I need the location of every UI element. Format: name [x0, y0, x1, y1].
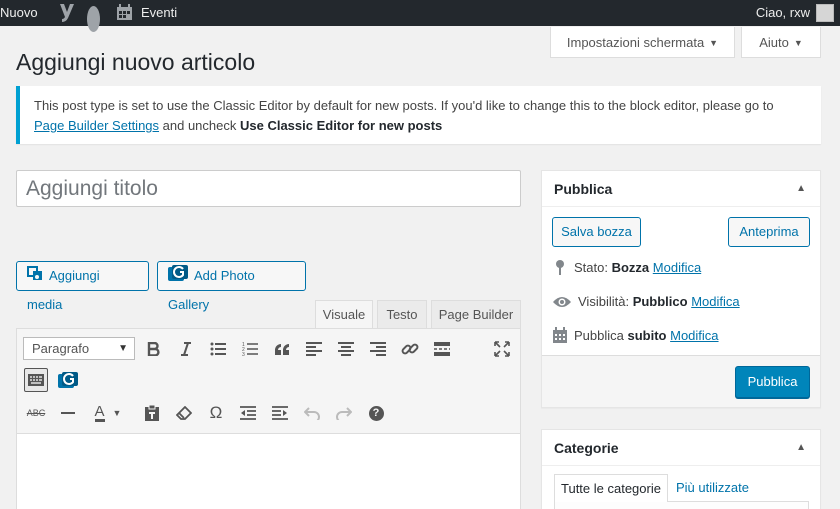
publish-box: Pubblica ▲ Salva bozza Anteprima Stato: …: [541, 170, 821, 408]
help-button[interactable]: Aiuto ▼: [741, 27, 821, 58]
help-icon-glyph: ?: [368, 405, 384, 421]
visibility-label: Visibilità:: [578, 294, 630, 309]
clear-formatting-icon[interactable]: [172, 401, 196, 425]
eye-icon: [552, 295, 572, 311]
notice-text: This post type is set to use the Classic…: [34, 98, 774, 113]
horizontal-line-icon[interactable]: [56, 401, 80, 425]
screen-options-label: Impostazioni schermata: [566, 35, 705, 50]
outdent-icon[interactable]: [236, 401, 260, 425]
text-color-letter: A: [94, 402, 105, 422]
toolbar-toggle-icon[interactable]: [24, 368, 48, 392]
gallery-plugin-icon[interactable]: [56, 368, 80, 392]
format-select-value: Paragrafo: [32, 341, 90, 356]
publish-actions: Pubblica: [542, 355, 820, 407]
post-title-input[interactable]: Aggiungi titolo: [16, 170, 521, 207]
tab-all-categories[interactable]: Tutte le categorie: [554, 474, 668, 502]
redo-icon[interactable]: [332, 401, 356, 425]
calendar-icon: [552, 327, 568, 343]
gallery-plugin-icon: [168, 263, 188, 291]
chevron-down-icon: ▼: [112, 408, 122, 418]
chevron-down-icon: ▼: [118, 343, 128, 354]
categories-tabs: Tutte le categorie Più utilizzate: [554, 474, 809, 509]
align-center-icon[interactable]: [334, 337, 358, 361]
page-title: Aggiungi nuovo articolo: [16, 49, 256, 75]
page-builder-settings-link[interactable]: Page Builder Settings: [34, 118, 159, 133]
add-photo-gallery-button[interactable]: Add Photo Gallery: [157, 261, 306, 312]
tab-text[interactable]: Testo: [377, 300, 427, 329]
text-color-icon[interactable]: A ▼: [88, 401, 128, 425]
numbered-list-icon[interactable]: 123: [238, 337, 262, 361]
editor-toolbar: Paragrafo ▼ 123 ABC A ▼ Ω ?: [17, 329, 520, 434]
publish-date-value: subito: [627, 328, 667, 343]
edit-date-link[interactable]: Modifica: [670, 328, 718, 343]
notice-text-mid: and uncheck: [159, 118, 240, 133]
collapse-toggle-icon[interactable]: ▲: [796, 171, 806, 207]
screen-options-button[interactable]: Impostazioni schermata ▼: [550, 27, 735, 58]
calendar-icon[interactable]: [116, 4, 133, 30]
strikethrough-icon[interactable]: ABC: [24, 401, 48, 425]
notice-bold: Use Classic Editor for new posts: [239, 118, 443, 133]
categories-box-header[interactable]: Categorie ▲: [542, 430, 820, 466]
status-label: Stato:: [574, 260, 608, 275]
align-left-icon[interactable]: [302, 337, 326, 361]
avatar[interactable]: [816, 4, 834, 22]
help-icon[interactable]: ?: [364, 401, 388, 425]
fullscreen-icon[interactable]: [490, 337, 514, 361]
align-right-icon[interactable]: [366, 337, 390, 361]
tab-visual[interactable]: Visuale: [315, 300, 373, 329]
status-dot-icon[interactable]: [87, 6, 100, 32]
blockquote-icon[interactable]: [270, 337, 294, 361]
tab-most-used[interactable]: Più utilizzate: [670, 474, 755, 502]
publish-box-title: Pubblica: [554, 181, 613, 197]
publish-box-header[interactable]: Pubblica ▲: [542, 171, 820, 207]
bold-icon[interactable]: [142, 337, 166, 361]
status-value: Bozza: [611, 260, 650, 275]
paste-text-icon[interactable]: [140, 401, 164, 425]
italic-icon[interactable]: [174, 337, 198, 361]
special-character-icon[interactable]: Ω: [204, 401, 228, 425]
chevron-down-icon: ▼: [793, 38, 803, 48]
publish-button[interactable]: Pubblica: [735, 366, 810, 398]
admin-bar-new[interactable]: Nuovo: [0, 0, 38, 26]
admin-bar-events[interactable]: Eventi: [141, 0, 177, 26]
indent-icon[interactable]: [268, 401, 292, 425]
save-draft-button[interactable]: Salva bozza: [552, 217, 641, 247]
publish-date-label: Pubblica: [574, 328, 624, 343]
categories-box: Categorie ▲ Tutte le categorie Più utili…: [541, 429, 821, 509]
tab-page-builder[interactable]: Page Builder: [431, 300, 521, 329]
classic-editor-notice: This post type is set to use the Classic…: [16, 86, 821, 144]
post-editor: Paragrafo ▼ 123 ABC A ▼ Ω ?: [16, 328, 521, 509]
collapse-toggle-icon[interactable]: ▲: [796, 430, 806, 466]
bullet-list-icon[interactable]: [206, 337, 230, 361]
pin-icon: [552, 259, 568, 275]
help-label: Aiuto: [759, 35, 789, 50]
yoast-icon[interactable]: [58, 3, 76, 29]
status-row: Stato: Bozza Modifica: [552, 258, 701, 278]
admin-bar: Nuovo Eventi Ciao, rxw: [0, 0, 840, 32]
edit-status-link[interactable]: Modifica: [653, 260, 701, 275]
edit-visibility-link[interactable]: Modifica: [691, 294, 739, 309]
media-icon: [27, 263, 43, 291]
read-more-icon[interactable]: [430, 337, 454, 361]
admin-bar-greeting[interactable]: Ciao, rxw: [756, 0, 810, 26]
svg-text:3: 3: [242, 352, 245, 356]
visibility-value: Pubblico: [632, 294, 688, 309]
chevron-down-icon: ▼: [709, 38, 719, 48]
link-icon[interactable]: [398, 337, 422, 361]
categories-box-title: Categorie: [554, 440, 619, 456]
strikethrough-label: ABC: [26, 408, 46, 418]
visibility-row: Visibilità: Pubblico Modifica: [552, 292, 740, 312]
format-select[interactable]: Paragrafo ▼: [23, 337, 135, 360]
undo-icon[interactable]: [300, 401, 324, 425]
add-media-button[interactable]: Aggiungi media: [16, 261, 149, 312]
publish-date-row: Pubblica subito Modifica: [552, 326, 719, 346]
preview-button[interactable]: Anteprima: [728, 217, 810, 247]
